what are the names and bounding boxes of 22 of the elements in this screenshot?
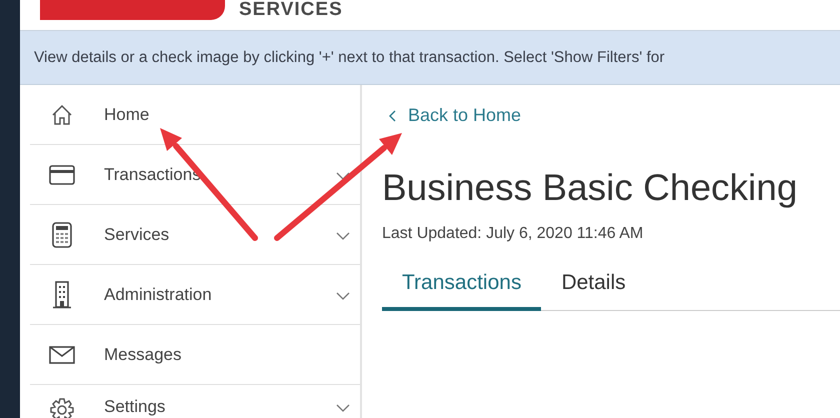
card-icon [49, 164, 75, 184]
info-message: View details or a check image by clicking '+' next to that transaction. Select 'Show Filters' for [34, 48, 665, 66]
building-icon [52, 280, 72, 308]
back-link[interactable]: Back to Home [388, 105, 522, 126]
sidebar-item[interactable]: Messages [30, 325, 360, 385]
chevron-down-icon [336, 404, 350, 412]
sidebar-item[interactable]: Administration [30, 265, 360, 325]
sidebar-item[interactable]: Settings [30, 385, 360, 418]
chevron-down-icon [336, 292, 350, 300]
chevron-down-icon [336, 232, 350, 240]
tab[interactable]: Details [541, 260, 646, 310]
last-updated-text: Last Updated: July 6, 2020 11:46 AM [382, 224, 644, 242]
sidebar-item[interactable]: Services [30, 205, 360, 265]
tab[interactable]: Transactions [382, 260, 542, 310]
chevron-left-icon [388, 110, 396, 122]
page-title: Business Basic Checking [382, 166, 798, 208]
settings-icon [49, 397, 75, 418]
home-icon [50, 102, 74, 126]
calculator-icon [52, 222, 72, 248]
envelope-icon [49, 346, 75, 364]
chevron-down-icon [336, 172, 350, 180]
brand-text: SERVICES [239, 0, 343, 20]
